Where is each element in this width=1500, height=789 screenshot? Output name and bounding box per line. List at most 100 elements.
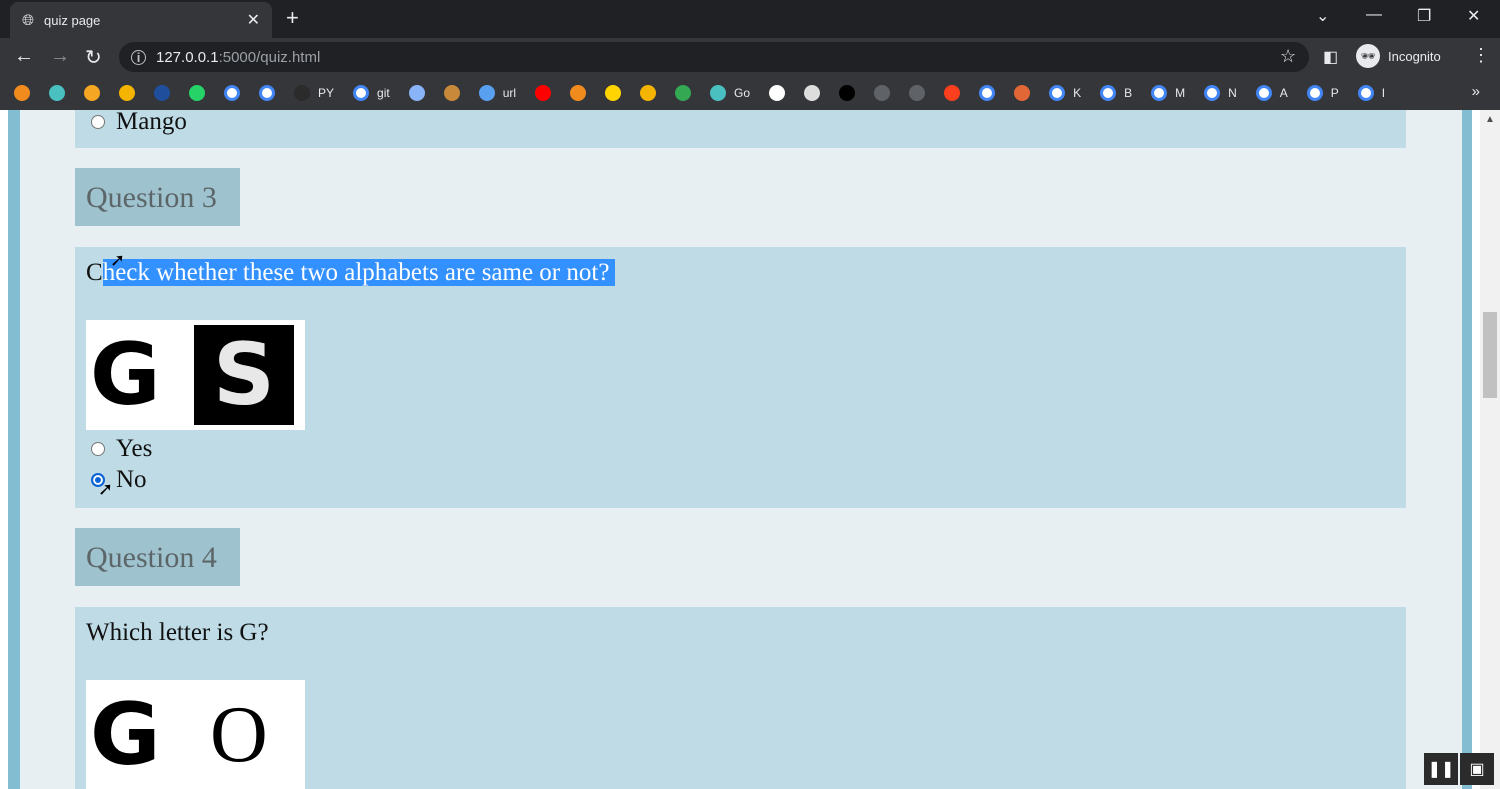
bookmarks-bar: PY git url Go K B M N A P I bbox=[0, 76, 1500, 110]
incognito-profile-button[interactable]: 🕶︎ Incognito bbox=[1356, 44, 1441, 68]
bookmark-item[interactable] bbox=[839, 85, 856, 101]
bookmark-item[interactable] bbox=[49, 85, 65, 101]
minimize-button[interactable]: — bbox=[1366, 6, 1382, 24]
bookmark-item[interactable]: N bbox=[1204, 85, 1237, 101]
address-bar[interactable]: i 127.0.0.1:5000/quiz.html bbox=[119, 42, 1309, 72]
bookmark-item[interactable] bbox=[909, 85, 926, 101]
bookmark-item[interactable] bbox=[1014, 85, 1031, 101]
info-icon[interactable]: i bbox=[131, 49, 146, 65]
bookmark-item[interactable] bbox=[640, 85, 657, 101]
restore-button[interactable]: ❐ bbox=[1417, 6, 1431, 26]
pause-icon[interactable]: ❚❚ bbox=[1424, 753, 1458, 785]
eye-icon bbox=[570, 85, 587, 101]
bookmark-item[interactable] bbox=[804, 85, 821, 101]
ieee-icon bbox=[154, 85, 170, 101]
bookmark-item[interactable] bbox=[605, 85, 622, 101]
tab-quiz-page[interactable]: 🌐︎ quiz page ✕ bbox=[10, 2, 272, 38]
option-yes[interactable]: Yes bbox=[91, 435, 152, 463]
new-tab-button[interactable]: + bbox=[286, 5, 299, 31]
mouse-cursor-icon: ➚ bbox=[110, 250, 126, 270]
google-icon bbox=[1049, 85, 1066, 101]
bookmark-item[interactable]: B bbox=[1100, 85, 1132, 101]
bookmark-item[interactable] bbox=[535, 85, 552, 101]
letter-o: O bbox=[210, 691, 268, 779]
bookmark-item[interactable]: K bbox=[1049, 85, 1081, 101]
bookmark-item[interactable] bbox=[119, 85, 135, 101]
bookmark-item[interactable] bbox=[675, 85, 692, 101]
radio-mango[interactable] bbox=[91, 115, 105, 129]
menu-icon[interactable]: ⋮ bbox=[1472, 45, 1490, 66]
close-window-button[interactable]: ✕ bbox=[1467, 6, 1480, 26]
tab-title: quiz page bbox=[44, 12, 101, 28]
bookmark-item[interactable]: PY bbox=[294, 85, 334, 101]
bookmark-label: git bbox=[377, 86, 390, 100]
analytics-icon bbox=[119, 85, 135, 101]
bookmark-item[interactable] bbox=[944, 85, 961, 101]
store-icon bbox=[408, 85, 425, 101]
p-icon bbox=[605, 85, 622, 101]
globe-icon bbox=[874, 85, 891, 101]
bookmark-item[interactable]: git bbox=[353, 85, 390, 101]
close-tab-icon[interactable]: ✕ bbox=[247, 10, 260, 30]
bookmark-label: N bbox=[1228, 86, 1237, 100]
bookmark-item[interactable] bbox=[259, 85, 275, 101]
mouse-cursor-icon: ➚ bbox=[98, 479, 114, 499]
option-label: Mango bbox=[116, 110, 187, 135]
google-icon bbox=[1100, 85, 1117, 101]
scroll-up-icon[interactable]: ▲ bbox=[1485, 114, 1495, 125]
tab-search-icon[interactable]: ⌄ bbox=[1316, 6, 1329, 26]
cloud-icon bbox=[478, 85, 495, 101]
bookmark-label: I bbox=[1381, 86, 1386, 100]
bookmark-label: K bbox=[1073, 86, 1082, 100]
scrollbar-thumb[interactable] bbox=[1483, 312, 1497, 398]
bookmark-item[interactable] bbox=[769, 85, 786, 101]
google-icon bbox=[1151, 85, 1168, 101]
yandex-icon bbox=[944, 85, 961, 101]
bookmark-item[interactable] bbox=[874, 85, 891, 101]
bookmark-item[interactable]: M bbox=[1151, 85, 1185, 101]
bookmark-item[interactable]: A bbox=[1255, 85, 1288, 101]
bookmark-item[interactable] bbox=[154, 85, 170, 101]
bookmark-item[interactable]: P bbox=[1306, 85, 1339, 101]
bookmark-item[interactable]: url bbox=[478, 85, 517, 101]
youtube-icon bbox=[535, 85, 552, 101]
selected-text: heck whether these two alphabets are sam… bbox=[102, 259, 616, 286]
quiz-container: Mango Question 3 Check whether these two… bbox=[8, 110, 1472, 789]
bookmark-item[interactable] bbox=[224, 85, 240, 101]
bookmark-item[interactable] bbox=[14, 85, 30, 101]
bookmark-item[interactable]: Go bbox=[710, 85, 750, 101]
bookmark-label: A bbox=[1279, 86, 1288, 100]
bookmark-label: M bbox=[1175, 86, 1186, 100]
forward-button[interactable]: → bbox=[50, 45, 70, 68]
option-label: No bbox=[116, 466, 147, 493]
bookmark-item[interactable] bbox=[570, 85, 587, 101]
bookmark-item[interactable] bbox=[443, 85, 460, 101]
bookmark-item[interactable] bbox=[408, 85, 425, 101]
question-4-image: G O bbox=[86, 680, 305, 789]
option-mango[interactable]: Mango bbox=[91, 110, 187, 136]
side-panel-icon[interactable]: ◧ bbox=[1323, 47, 1338, 67]
url-host: 127.0.0.1 bbox=[156, 48, 219, 66]
radio-yes[interactable] bbox=[91, 442, 105, 456]
duck-icon bbox=[769, 85, 786, 101]
more-bookmarks-icon[interactable]: » bbox=[1472, 83, 1480, 100]
back-button[interactable]: ← bbox=[14, 45, 34, 68]
picture-icon[interactable]: ▣ bbox=[1460, 753, 1494, 785]
toolbar: ← → ↻ i 127.0.0.1:5000/quiz.html ☆ ◧ 🕶︎ … bbox=[0, 38, 1500, 76]
orange-doc-icon bbox=[84, 85, 100, 101]
bookmark-label: PY bbox=[318, 86, 335, 100]
bookmark-star-icon[interactable]: ☆ bbox=[1280, 46, 1296, 67]
bookmark-item[interactable] bbox=[84, 85, 100, 101]
text-part: C bbox=[86, 259, 103, 286]
ring-icon bbox=[675, 85, 692, 101]
page-scrollbar[interactable]: ▲ bbox=[1480, 110, 1500, 789]
bookmark-item[interactable] bbox=[189, 85, 205, 101]
page-viewport: Mango Question 3 Check whether these two… bbox=[0, 110, 1500, 789]
reload-button[interactable]: ↻ bbox=[85, 45, 102, 70]
recorder-controls: ❚❚ ▣ bbox=[1422, 753, 1494, 785]
bookmark-item[interactable] bbox=[979, 85, 996, 101]
bookmark-label: B bbox=[1124, 86, 1133, 100]
bookmark-item[interactable]: I bbox=[1357, 85, 1386, 101]
incognito-icon: 🕶︎ bbox=[1356, 44, 1380, 68]
bookmark-label: url bbox=[502, 86, 517, 100]
